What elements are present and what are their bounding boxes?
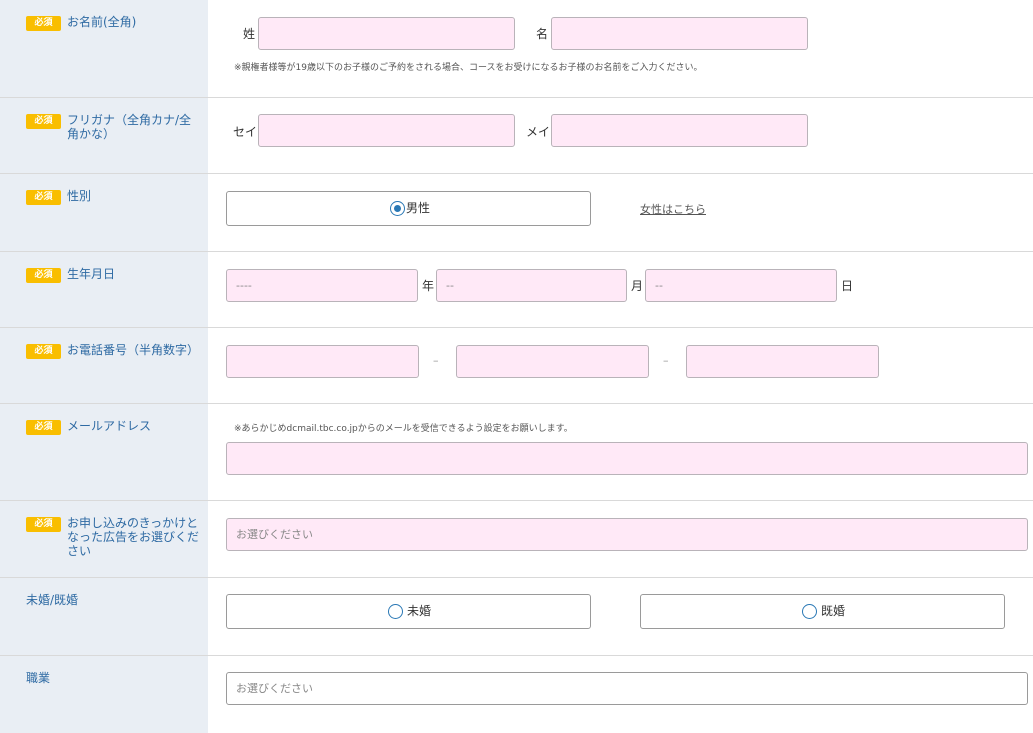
required-badge: 必須 — [26, 420, 61, 435]
furigana-label: フリガナ（全角カナ/全角かな） — [67, 113, 192, 141]
sei-kana-label: セイ — [233, 125, 258, 139]
birth-month-select[interactable]: -- — [436, 269, 627, 302]
ad-label: お申し込みのきっかけとなった広告をお選びください — [67, 516, 200, 558]
label-cell: 必須 生年月日 — [0, 252, 208, 327]
label-cell: 必須 お電話番号（半角数字） — [0, 328, 208, 403]
row-furigana: 必須 フリガナ（全角カナ/全角かな） セイ メイ — [0, 98, 1033, 174]
email-note: ※あらかじめdcmail.tbc.co.jpからのメールを受信できるよう設定をお… — [234, 424, 573, 434]
sei-input[interactable] — [258, 17, 515, 50]
label-cell: 未婚/既婚 — [0, 578, 208, 655]
marital-label: 未婚/既婚 — [26, 593, 79, 607]
email-label: メールアドレス — [67, 419, 152, 433]
female-link[interactable]: 女性はこちら — [640, 201, 706, 217]
label-cell: 必須 お名前(全角) — [0, 0, 208, 97]
mei-input[interactable] — [551, 17, 808, 50]
name-note: ※親権者様等が19歳以下のお子様のご予約をされる場合、コースをお受けになるお子様… — [234, 63, 703, 73]
single-label: 未婚 — [407, 604, 432, 618]
row-phone: 必須 お電話番号（半角数字） – – — [0, 328, 1033, 404]
phone-label: お電話番号（半角数字） — [67, 343, 200, 357]
required-badge: 必須 — [26, 268, 61, 283]
sei-label: 姓 — [243, 27, 256, 41]
row-job: 職業 お選びください — [0, 656, 1033, 733]
label-cell: 必須 フリガナ（全角カナ/全角かな） — [0, 98, 208, 173]
day-unit: 日 — [841, 279, 854, 293]
marital-single-option[interactable]: 未婚 — [226, 594, 591, 629]
radio-unchecked-icon[interactable] — [802, 604, 817, 619]
email-input[interactable] — [226, 442, 1028, 475]
gender-label: 性別 — [67, 189, 92, 203]
job-select[interactable]: お選びください — [226, 672, 1028, 705]
row-ad: 必須 お申し込みのきっかけとなった広告をお選びください お選びください — [0, 501, 1033, 578]
phone-separator: – — [663, 354, 669, 367]
phone-separator: – — [433, 354, 439, 367]
row-gender: 必須 性別 男性 女性はこちら — [0, 174, 1033, 252]
job-label: 職業 — [26, 671, 51, 685]
mei-kana-label: メイ — [526, 125, 551, 139]
label-cell: 必須 メールアドレス — [0, 404, 208, 500]
sei-kana-input[interactable] — [258, 114, 515, 147]
label-cell: 職業 — [0, 656, 208, 733]
phone-input-1[interactable] — [226, 345, 419, 378]
marital-married-option[interactable]: 既婚 — [640, 594, 1005, 629]
required-badge: 必須 — [26, 517, 61, 532]
name-label: お名前(全角) — [67, 15, 137, 29]
row-marital: 未婚/既婚 未婚 既婚 — [0, 578, 1033, 656]
row-birthday: 必須 生年月日 ---- 年 -- 月 -- 日 — [0, 252, 1033, 328]
required-badge: 必須 — [26, 114, 61, 129]
mei-kana-input[interactable] — [551, 114, 808, 147]
month-unit: 月 — [631, 279, 644, 293]
male-label: 男性 — [406, 201, 431, 215]
ad-select[interactable]: お選びください — [226, 518, 1028, 551]
birthday-label: 生年月日 — [67, 267, 116, 281]
row-name: 必須 お名前(全角) 姓 名 ※親権者様等が19歳以下のお子様のご予約をされる場… — [0, 0, 1033, 98]
required-badge: 必須 — [26, 16, 61, 31]
row-email: 必須 メールアドレス ※あらかじめdcmail.tbc.co.jpからのメールを… — [0, 404, 1033, 501]
married-label: 既婚 — [821, 604, 846, 618]
required-badge: 必須 — [26, 344, 61, 359]
birth-year-select[interactable]: ---- — [226, 269, 418, 302]
birth-day-select[interactable]: -- — [645, 269, 837, 302]
year-unit: 年 — [422, 279, 435, 293]
radio-checked-icon[interactable] — [390, 201, 405, 216]
label-cell: 必須 お申し込みのきっかけとなった広告をお選びください — [0, 501, 208, 577]
radio-unchecked-icon[interactable] — [388, 604, 403, 619]
gender-male-option[interactable]: 男性 — [226, 191, 591, 226]
mei-label: 名 — [536, 27, 549, 41]
phone-input-3[interactable] — [686, 345, 879, 378]
label-cell: 必須 性別 — [0, 174, 208, 251]
phone-input-2[interactable] — [456, 345, 649, 378]
required-badge: 必須 — [26, 190, 61, 205]
